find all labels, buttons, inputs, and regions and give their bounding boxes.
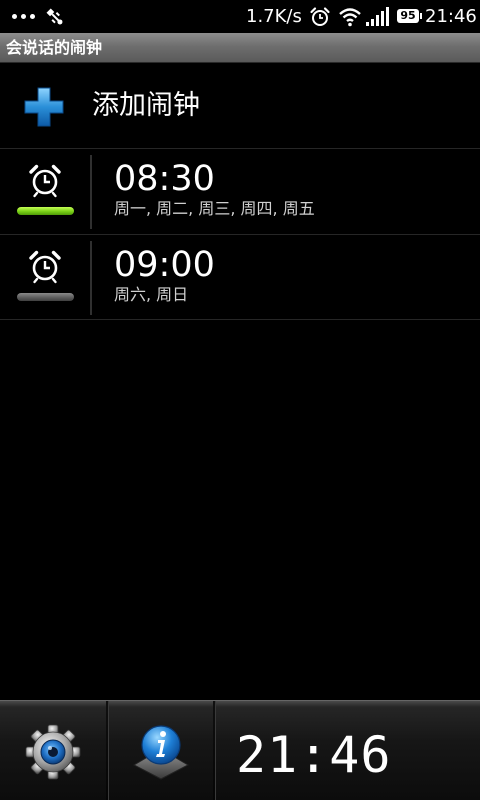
usb-icon: [46, 8, 63, 25]
battery-icon: 95: [397, 9, 422, 23]
more-dots-icon: [12, 14, 35, 19]
alarm-clock-icon: [29, 164, 61, 198]
add-alarm-label: 添加闹钟: [92, 90, 200, 121]
alarm-time: 09:00: [114, 245, 215, 285]
bottom-separator: [213, 701, 216, 800]
app-title: 会说话的闹钟: [6, 38, 103, 57]
alarm-row: 09:00 周六, 周日: [0, 235, 480, 320]
info-icon: [132, 725, 190, 780]
net-speed: 1.7K/s: [246, 6, 302, 27]
signal-icon: [366, 7, 389, 26]
status-clock: 21:46: [425, 6, 477, 27]
alarm-enabled-indicator: [17, 207, 74, 215]
alarm-status-icon: [310, 7, 330, 26]
wifi-icon: [339, 8, 361, 27]
alarm-time: 08:30: [114, 159, 215, 199]
digital-clock: 21:46: [236, 726, 392, 784]
alarm-clock-icon: [29, 250, 61, 284]
alarm-details[interactable]: 09:00 周六, 周日: [92, 235, 480, 320]
settings-icon: [25, 724, 81, 780]
screen: 1.7K/s 95 21:46 会说话的闹钟 添加闹钟 08:30 周一, 周二…: [0, 0, 480, 800]
bottom-bar: 21:46: [0, 700, 480, 800]
info-button[interactable]: [108, 701, 213, 800]
alarm-days: 周六, 周日: [114, 285, 189, 304]
app-title-bar: 会说话的闹钟: [0, 33, 480, 63]
settings-button[interactable]: [0, 701, 106, 800]
alarm-details[interactable]: 08:30 周一, 周二, 周三, 周四, 周五: [92, 149, 480, 234]
alarm-row: 08:30 周一, 周二, 周三, 周四, 周五: [0, 149, 480, 234]
alarm-days: 周一, 周二, 周三, 周四, 周五: [114, 199, 315, 218]
alarm-toggle[interactable]: [0, 149, 90, 234]
alarm-disabled-indicator: [17, 293, 74, 301]
status-bar: 1.7K/s 95 21:46: [0, 0, 480, 33]
divider: [0, 319, 480, 320]
plus-icon: [24, 87, 64, 127]
alarm-toggle[interactable]: [0, 235, 90, 320]
add-alarm-button[interactable]: 添加闹钟: [0, 63, 480, 148]
